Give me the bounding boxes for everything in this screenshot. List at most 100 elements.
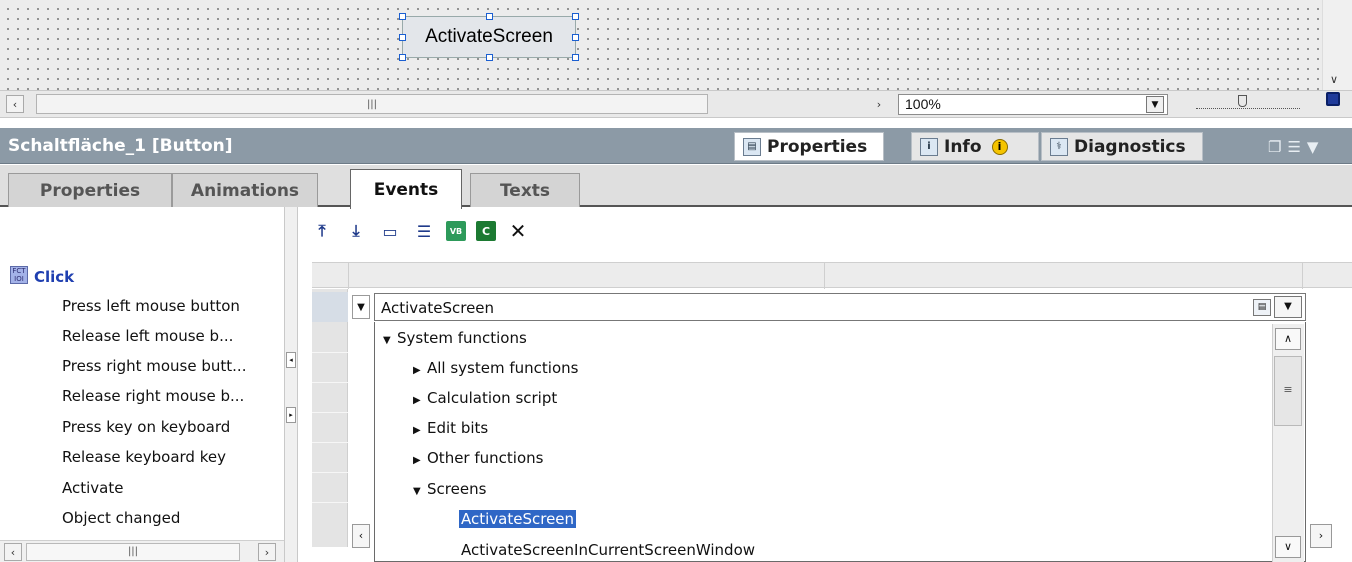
tree-node-calculation-script[interactable]: ▶ Calculation script [413,389,557,407]
fit-to-window-icon[interactable] [1326,92,1340,106]
tree-node-label: Edit bits [427,419,489,437]
event-item[interactable]: Press left mouse button [62,297,240,315]
expand-all-icon[interactable]: ☰ [412,219,436,243]
collapse-icon[interactable]: ▼ [1307,138,1325,156]
zoom-slider[interactable] [1196,103,1300,109]
events-toolbar: ⤒ ⤓ ▭ ☰ VB C ✕ [310,218,530,244]
screen-canvas[interactable]: ActivateScreen [0,0,1322,90]
tree-scroll-thumb[interactable]: ≡ [1274,356,1302,426]
zoom-value: 100% [905,96,941,112]
scroll-down-icon[interactable]: ∨ [1330,73,1338,86]
row-divider [312,472,348,473]
tree-node-label: Other functions [427,449,544,467]
collapsed-icon: ▶ [413,455,421,466]
scroll-grip-icon[interactable]: ||| [26,543,240,561]
tab-properties[interactable]: ▤ Properties [734,132,884,161]
menu-icon[interactable]: ☰ [1287,138,1306,156]
row-divider [312,502,348,503]
subtab-events[interactable]: Events [350,169,462,209]
scroll-right-icon[interactable]: › [870,95,888,113]
event-item[interactable]: Press right mouse butt... [62,357,246,375]
tree-node-system-functions[interactable]: ▼ System functions [383,329,527,347]
panel-splitter[interactable]: ◂ ▸ [284,207,298,562]
collapsed-icon: ▶ [413,395,421,406]
function-combobox[interactable]: ActivateScreen [374,293,1306,321]
collapse-right-icon[interactable]: ▸ [286,407,296,423]
restore-icon[interactable]: ❐ [1268,138,1287,156]
row-divider [312,442,348,443]
delete-icon[interactable]: ✕ [506,219,530,243]
event-list-hscrollbar[interactable]: ‹ ||| › [0,540,284,562]
canvas-button-activatescreen[interactable]: ActivateScreen [399,13,579,61]
resize-handle[interactable] [486,13,493,20]
window-controls[interactable]: ❐☰▼ [1268,138,1324,156]
vb-script-icon[interactable]: VB [446,221,466,241]
event-item[interactable]: Press key on keyboard [62,418,230,436]
tree-node-other-functions[interactable]: ▶ Other functions [413,449,543,467]
tree-node-edit-bits[interactable]: ▶ Edit bits [413,419,488,437]
tree-leaf-label: ActivateScreenInCurrentScreenWindow [461,541,756,559]
collapse-left-icon[interactable]: ◂ [286,352,296,368]
event-item[interactable]: Release keyboard key [62,448,226,466]
tab-info-label: Info [944,136,982,157]
row-header-selected[interactable] [312,292,348,322]
function-combobox-value: ActivateScreen [381,299,495,317]
canvas-horizontal-scrollbar[interactable]: ||| [36,94,708,114]
resize-handle[interactable] [399,54,406,61]
tree-node-label: System functions [397,329,527,347]
inspector-title: Schaltfläche_1 [Button] [8,136,233,156]
tab-properties-label: Properties [767,136,868,157]
event-item[interactable]: Release left mouse b... [62,327,233,345]
row-expand-icon[interactable]: ▼ [352,295,370,319]
inspector-subtabs: Properties Animations Events Texts [0,165,1352,209]
collapsed-icon: ▶ [413,425,421,436]
scroll-left-icon[interactable]: ‹ [4,543,22,561]
scroll-left-icon[interactable]: ‹ [352,524,370,548]
move-up-icon[interactable]: ⤒ [310,219,334,243]
resize-handle[interactable] [486,54,493,61]
tree-node-label: All system functions [427,359,579,377]
info-icon: i [920,137,938,156]
subtab-texts[interactable]: Texts [470,173,580,207]
move-down-icon[interactable]: ⤓ [344,219,368,243]
row-header-column [312,289,348,547]
function-list-icon: FCT IOI [10,266,28,284]
dropdown-icon[interactable]: ▼ [1274,296,1302,318]
scroll-down-icon[interactable]: ∨ [1275,536,1301,558]
resize-handle[interactable] [399,13,406,20]
resize-handle[interactable] [572,34,579,41]
zoom-select[interactable]: 100% [898,94,1168,115]
tab-diagnostics-label: Diagnostics [1074,136,1186,157]
scroll-left-icon[interactable]: ‹ [6,95,24,113]
collapse-all-icon[interactable]: ▭ [378,219,402,243]
resize-handle[interactable] [572,54,579,61]
tab-diagnostics[interactable]: ⚕ Diagnostics [1041,132,1203,161]
row-divider [312,382,348,383]
scroll-up-icon[interactable]: ∧ [1275,328,1301,350]
collapsed-icon: ▶ [413,365,421,376]
tree-leaf-activatescreenincurrentscreenwindow[interactable]: ActivateScreenInCurrentScreenWindow [461,541,755,559]
c-script-icon[interactable]: C [476,221,496,241]
zoom-slider-thumb[interactable] [1238,95,1247,107]
scroll-right-icon[interactable]: › [1310,524,1332,548]
scroll-right-icon[interactable]: › [258,543,276,561]
tab-info[interactable]: i Info i [911,132,1039,161]
expanded-icon: ▼ [383,335,391,346]
resize-handle[interactable] [572,13,579,20]
properties-icon: ▤ [743,137,761,156]
tree-node-all-system-functions[interactable]: ▶ All system functions [413,359,578,377]
list-view-icon[interactable]: ▤ [1253,299,1271,316]
zoom-dropdown-icon[interactable]: ▼ [1146,96,1164,113]
event-click[interactable]: Click [34,268,74,286]
expanded-icon: ▼ [413,486,421,497]
subtab-properties[interactable]: Properties [8,173,172,207]
tree-leaf-activatescreen[interactable]: ActivateScreen [459,510,577,528]
canvas-vertical-scrollbar[interactable]: ∨ [1322,0,1352,90]
subtab-animations[interactable]: Animations [172,173,318,207]
resize-handle[interactable] [399,34,406,41]
event-item[interactable]: Object changed [62,509,180,527]
tree-node-screens[interactable]: ▼ Screens [413,480,486,498]
event-item[interactable]: Activate [62,479,123,497]
event-item[interactable]: Release right mouse b... [62,387,244,405]
scroll-grip-icon: ||| [366,98,378,110]
